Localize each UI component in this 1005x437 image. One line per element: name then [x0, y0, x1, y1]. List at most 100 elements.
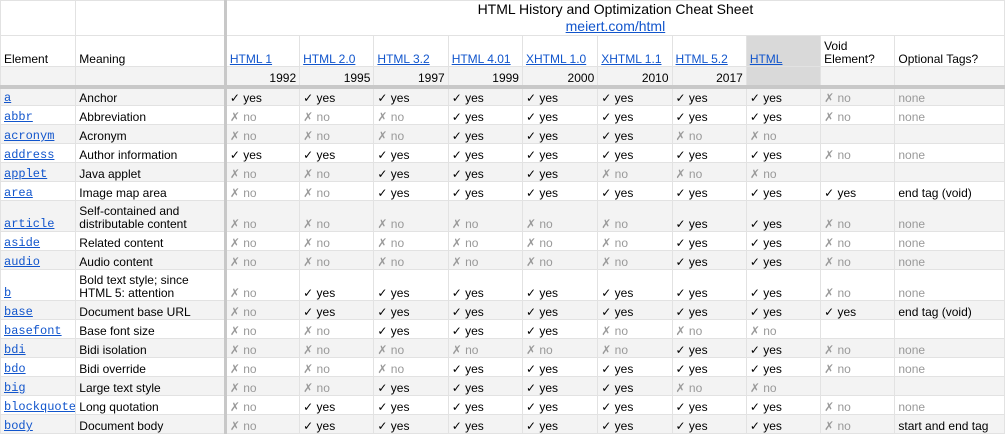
support-cell: ✗ no: [447, 338, 523, 358]
version-header-3[interactable]: HTML 4.01: [447, 35, 523, 67]
element-link[interactable]: blockquote: [4, 400, 75, 414]
element-link[interactable]: audio: [4, 255, 40, 269]
element-link[interactable]: bdi: [4, 343, 26, 357]
support-cell: ✗ no: [521, 250, 599, 270]
support-cell: ✓ yes: [671, 269, 747, 301]
optional-cell: end tag (void): [894, 181, 1005, 201]
support-cell: ✓ yes: [447, 319, 523, 339]
element-cell: audio: [0, 250, 77, 270]
element-cell: area: [0, 181, 77, 201]
support-cell: ✗ no: [299, 338, 375, 358]
element-link[interactable]: address: [4, 148, 54, 162]
support-cell: ✗ no: [671, 124, 747, 144]
meaning-cell: Author information: [75, 143, 227, 163]
version-year-5: 2010: [597, 66, 673, 89]
element-link[interactable]: base: [4, 305, 33, 319]
support-cell: ✗ no: [447, 231, 523, 251]
element-cell: acronym: [0, 124, 77, 144]
version-year-3: 1999: [447, 66, 523, 89]
support-cell: ✗ no: [373, 357, 449, 377]
support-cell: ✓ yes: [447, 269, 523, 301]
support-cell: ✗ no: [373, 338, 449, 358]
version-year-1: 1995: [299, 66, 375, 89]
void-cell: ✓ yes: [820, 300, 896, 320]
element-cell: address: [0, 143, 77, 163]
table-row: audio Audio content ✗ no ✗ no ✗ no ✗ no ✗ no ✗ …: [0, 250, 1005, 270]
optional-cell: end tag (void): [894, 300, 1005, 320]
element-link[interactable]: a: [4, 91, 11, 105]
optional-cell: none: [894, 250, 1005, 270]
element-link[interactable]: area: [4, 186, 33, 200]
version-header-5[interactable]: XHTML 1.1: [597, 35, 673, 67]
support-cell: ✓ yes: [745, 231, 822, 251]
meaning-cell: Document base URL: [75, 300, 227, 320]
meaning-cell: Bidi isolation: [75, 338, 227, 358]
support-cell: ✗ no: [224, 319, 301, 339]
support-cell: ✓ yes: [671, 338, 747, 358]
support-cell: ✗ no: [299, 162, 375, 182]
support-cell: ✗ no: [745, 162, 822, 182]
void-cell: [820, 124, 896, 144]
support-cell: ✗ no: [373, 231, 449, 251]
support-cell: ✓ yes: [299, 269, 375, 301]
support-cell: ✓ yes: [671, 300, 747, 320]
support-cell: ✓ yes: [373, 269, 449, 301]
version-header-2[interactable]: HTML 3.2: [373, 35, 449, 67]
optional-cell: none: [894, 143, 1005, 163]
support-cell: ✓ yes: [447, 124, 523, 144]
meaning-cell: Java applet: [75, 162, 227, 182]
support-cell: ✓ yes: [447, 86, 523, 106]
cheat-sheet-table: HTML History and Optimization Cheat Shee…: [0, 0, 1005, 434]
optional-cell: [894, 162, 1005, 182]
element-link[interactable]: article: [4, 217, 54, 231]
version-header-7[interactable]: HTML: [745, 35, 822, 67]
version-year-4: 2000: [521, 66, 599, 89]
void-cell: ✗ no: [820, 357, 896, 377]
optional-cell: [894, 376, 1005, 396]
header-meaning: Meaning: [75, 35, 227, 67]
support-cell: ✓ yes: [521, 105, 599, 125]
optional-cell: [894, 319, 1005, 339]
sheet-title: HTML History and Optimization Cheat Shee…: [224, 0, 1005, 36]
table-row: basefont Base font size ✗ no ✗ no ✓ yes ✓ yes…: [0, 319, 1005, 339]
element-link[interactable]: bdo: [4, 362, 26, 376]
version-header-1[interactable]: HTML 2.0: [299, 35, 375, 67]
element-link[interactable]: basefont: [4, 324, 62, 338]
support-cell: ✓ yes: [373, 300, 449, 320]
support-cell: ✓ yes: [597, 124, 673, 144]
element-cell: basefont: [0, 319, 77, 339]
element-cell: blockquote: [0, 395, 77, 415]
element-link[interactable]: acronym: [4, 129, 54, 143]
support-cell: ✗ no: [224, 250, 301, 270]
support-cell: ✓ yes: [745, 414, 822, 434]
element-link[interactable]: aside: [4, 236, 40, 250]
element-link[interactable]: body: [4, 419, 33, 433]
element-cell: article: [0, 200, 77, 232]
version-header-6[interactable]: HTML 5.2: [671, 35, 747, 67]
table-row: body Document body ✗ no ✓ yes ✓ yes ✓ yes ✓ ye…: [0, 414, 1005, 434]
meaning-cell: Document body: [75, 414, 227, 434]
support-cell: ✓ yes: [671, 105, 747, 125]
element-link[interactable]: abbr: [4, 110, 33, 124]
support-cell: ✗ no: [224, 269, 301, 301]
version-header-0[interactable]: HTML 1: [224, 35, 301, 67]
optional-cell: none: [894, 395, 1005, 415]
element-link[interactable]: applet: [4, 167, 47, 181]
subtitle-link[interactable]: meiert.com/html: [230, 18, 1001, 35]
support-cell: ✗ no: [447, 250, 523, 270]
support-cell: ✓ yes: [671, 181, 747, 201]
void-cell: ✗ no: [820, 338, 896, 358]
version-header-4[interactable]: XHTML 1.0: [521, 35, 599, 67]
element-cell: a: [0, 86, 77, 106]
support-cell: ✗ no: [224, 357, 301, 377]
table-row: aside Related content ✗ no ✗ no ✗ no ✗ no ✗ no…: [0, 231, 1005, 251]
element-link[interactable]: b: [4, 286, 11, 300]
element-link[interactable]: big: [4, 381, 26, 395]
meaning-cell: Related content: [75, 231, 227, 251]
support-cell: ✗ no: [671, 162, 747, 182]
meaning-cell: Acronym: [75, 124, 227, 144]
support-cell: ✗ no: [224, 181, 301, 201]
support-cell: ✓ yes: [521, 181, 599, 201]
support-cell: ✓ yes: [521, 300, 599, 320]
support-cell: ✓ yes: [597, 376, 673, 396]
